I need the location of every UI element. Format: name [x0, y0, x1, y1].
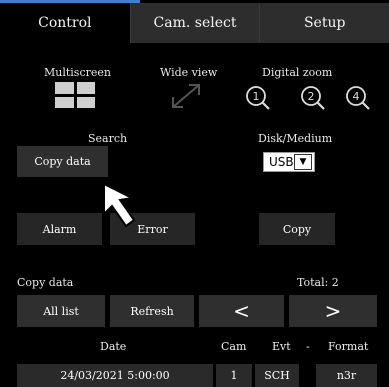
disk-medium-label: Disk/Medium [258, 132, 333, 145]
column-header-cam: Cam [221, 340, 247, 353]
zoom-1x-label: 1 [253, 90, 260, 103]
expand-arrow-icon[interactable] [169, 81, 203, 111]
disk-medium-select[interactable]: USB ▼ [263, 152, 315, 172]
column-header-separator: - [306, 340, 310, 353]
tab-bar: Control Cam. select Setup [0, 3, 389, 43]
next-page-button[interactable]: > [289, 295, 377, 327]
multiscreen-label: Multiscreen [44, 66, 111, 79]
row-evt-cell[interactable]: SCH [255, 364, 299, 387]
zoom-2x-icon[interactable]: 2 [299, 84, 327, 112]
previous-page-button[interactable]: < [199, 295, 284, 327]
tab-control[interactable]: Control [0, 3, 130, 43]
disk-select-value: USB [269, 155, 294, 169]
zoom-4x-icon[interactable]: 4 [344, 84, 372, 112]
copy-data-section-label: Copy data [17, 276, 74, 289]
mouse-pointer-icon [103, 182, 136, 228]
zoom-4x-label: 4 [353, 90, 360, 103]
chevron-down-icon: ▼ [294, 154, 312, 170]
tab-setup[interactable]: Setup [259, 3, 389, 43]
total-count: Total: 2 [297, 276, 339, 289]
search-label: Search [88, 132, 128, 145]
alarm-button[interactable]: Alarm [17, 213, 102, 245]
column-header-evt: Evt [272, 340, 291, 353]
tab-cam-select[interactable]: Cam. select [129, 3, 260, 43]
zoom-2x-label: 2 [308, 90, 315, 103]
row-date-cell[interactable]: 24/03/2021 5:00:00 [17, 364, 213, 387]
refresh-button[interactable]: Refresh [110, 295, 194, 327]
copy-button[interactable]: Copy [259, 213, 335, 245]
row-format-cell[interactable]: n3r [316, 364, 377, 387]
copy-data-button[interactable]: Copy data [17, 146, 108, 177]
column-header-format: Format [328, 340, 369, 353]
digital-zoom-label: Digital zoom [262, 66, 333, 79]
multiscreen-grid-icon[interactable] [55, 82, 95, 108]
column-header-date: Date [100, 340, 127, 353]
wide-view-label: Wide view [160, 66, 218, 79]
zoom-1x-icon[interactable]: 1 [244, 84, 272, 112]
all-list-button[interactable]: All list [17, 295, 105, 327]
row-cam-cell[interactable]: 1 [216, 364, 252, 387]
